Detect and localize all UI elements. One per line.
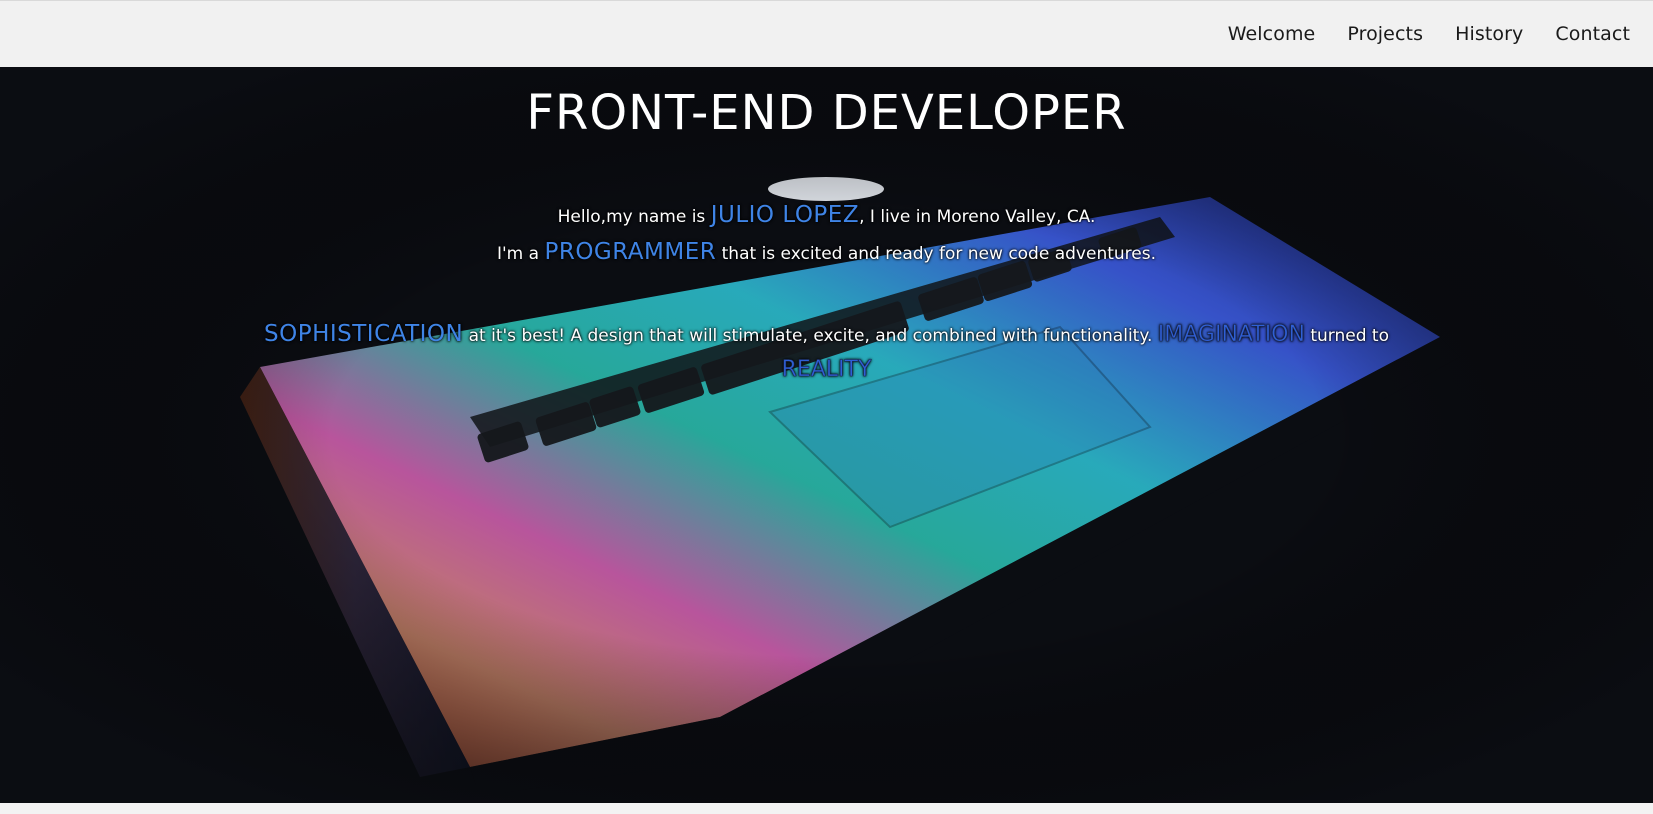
- tagline-after: turned to: [1304, 326, 1389, 346]
- role-highlight: PROGRAMMER: [544, 239, 717, 265]
- name-highlight: JULIO LOPEZ: [710, 202, 860, 228]
- nav-link-projects[interactable]: Projects: [1347, 23, 1423, 45]
- nav-link-history[interactable]: History: [1455, 23, 1523, 45]
- nav-link-contact[interactable]: Contact: [1555, 23, 1630, 45]
- intro-line: Hello,my name is JULIO LOPEZ, I live in …: [0, 202, 1653, 228]
- role-line: I'm a PROGRAMMER that is excited and rea…: [0, 239, 1653, 265]
- tagline-word-imagination: IMAGINATION: [1157, 322, 1305, 348]
- role-suffix: that is excited and ready for new code a…: [716, 244, 1156, 264]
- top-navbar: Welcome Projects History Contact: [0, 0, 1653, 67]
- tagline-middle: at it's best! A design that will stimula…: [463, 326, 1158, 346]
- tagline-line: SOPHISTICATION at it's best! A design th…: [0, 321, 1653, 347]
- role-prefix: I'm a: [496, 244, 545, 264]
- hero-section: FRONT-END DEVELOPER Hello,my name is JUL…: [0, 67, 1653, 803]
- tagline-word-sophistication: SOPHISTICATION: [264, 321, 464, 347]
- page-bottom-strip: [0, 803, 1653, 814]
- intro-suffix: , I live in Moreno Valley, CA.: [859, 207, 1096, 227]
- laptop-background-image: [0, 67, 1653, 803]
- intro-prefix: Hello,my name is: [557, 207, 711, 227]
- tagline-word-reality: REALITY: [781, 357, 872, 383]
- tagline-line-2: REALITY: [0, 357, 1653, 383]
- nav-links: Welcome Projects History Contact: [1196, 1, 1630, 67]
- nav-link-welcome[interactable]: Welcome: [1228, 23, 1316, 45]
- page-title: FRONT-END DEVELOPER: [526, 85, 1127, 141]
